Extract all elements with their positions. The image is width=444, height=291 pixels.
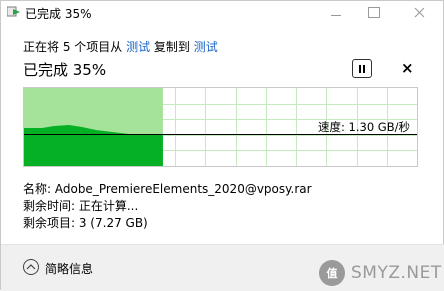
cancel-copy-button[interactable]: ×	[401, 59, 414, 77]
minimize-icon	[331, 14, 341, 16]
pause-icon	[359, 64, 361, 73]
collapse-details-button[interactable]	[23, 259, 39, 275]
window-close-button[interactable]	[399, 1, 439, 23]
progress-status: 已完成 35%	[23, 61, 107, 79]
close-icon	[414, 7, 424, 17]
copy-prefix: 正在将 5 个项目从	[23, 40, 127, 54]
fewer-details-label[interactable]: 简略信息	[45, 260, 93, 277]
source-folder-link[interactable]: 测试	[126, 40, 150, 54]
watermark: 值 SMYZ.NET	[319, 260, 442, 286]
time-remaining: 剩余时间: 正在计算...	[23, 199, 139, 213]
items-remaining: 剩余项目: 3 (7.27 GB)	[23, 216, 148, 230]
destination-folder-link[interactable]: 测试	[194, 40, 218, 54]
maximize-button[interactable]	[354, 1, 394, 23]
copy-middle: 复制到	[150, 40, 194, 54]
minimize-button[interactable]	[316, 1, 356, 23]
window-title: 已完成 35%	[25, 7, 92, 21]
file-name: 名称: Adobe_PremiereElements_2020@vposy.ra…	[23, 182, 312, 196]
speed-label: 速度: 1.30 GB/秒	[318, 120, 410, 134]
pause-button[interactable]	[352, 59, 372, 78]
copy-icon	[7, 6, 20, 17]
copy-description: 正在将 5 个项目从 测试 复制到 测试	[23, 38, 218, 55]
title-bar: 已完成 35%	[1, 1, 444, 25]
chevron-up-icon	[26, 264, 36, 270]
watermark-text: SMYZ.NET	[351, 263, 442, 283]
maximize-icon	[368, 6, 380, 18]
copy-progress-window: 已完成 35% 正在将 5 个项目从 测试 复制到 测试 已完成 35% × 速…	[0, 0, 444, 291]
pause-icon-bar	[363, 64, 365, 73]
watermark-logo: 值	[319, 260, 345, 286]
